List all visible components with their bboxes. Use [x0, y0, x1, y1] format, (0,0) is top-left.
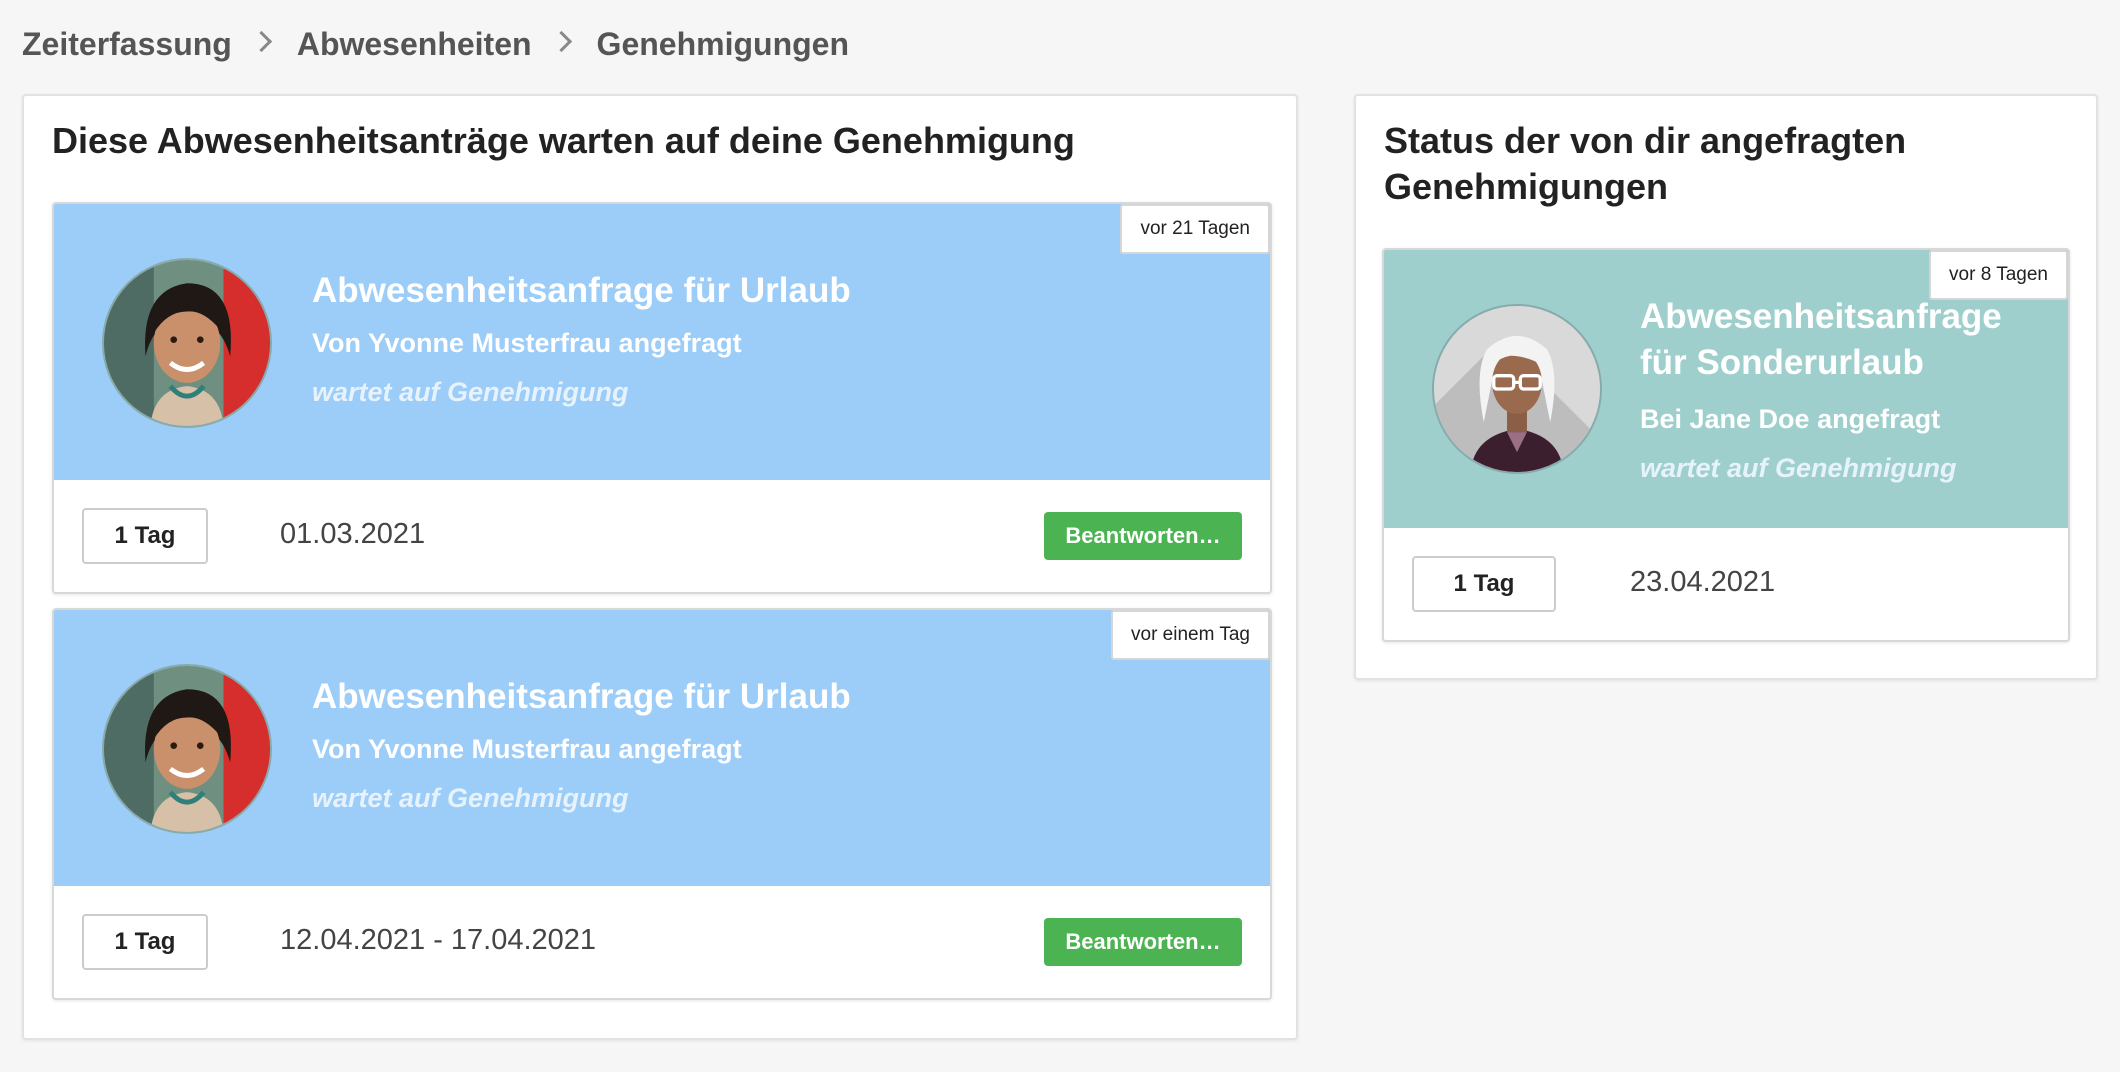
- pending-approvals-title: Diese Abwesenheitsanträge warten auf dei…: [52, 120, 1075, 161]
- status-text: wartet auf Genehmigung: [1640, 453, 1957, 483]
- date-range: 23.04.2021: [1630, 566, 1776, 598]
- breadcrumb-item-zeiterfassung[interactable]: Zeiterfassung: [22, 26, 232, 63]
- approver-text: Bei Jane Doe angefragt: [1640, 404, 1941, 434]
- avatar: [1432, 304, 1602, 474]
- requested-approvals-title: Status der von dir angefragten Genehmigu…: [1384, 120, 1907, 207]
- age-badge: vor 8 Tagen: [1929, 250, 2068, 300]
- avatar-photo: [104, 666, 270, 832]
- card-header: vor einem Tag Abwesenheitsanfrage für Ur…: [54, 610, 1270, 888]
- duration-badge: 1 Tag: [82, 508, 208, 564]
- approval-request-card[interactable]: vor 21 Tagen Abwesenheitsanfrage für Url…: [52, 202, 1272, 594]
- date-range: 12.04.2021 - 17.04.2021: [280, 924, 597, 956]
- avatar-illustration: [1434, 306, 1600, 472]
- duration-badge: 1 Tag: [1412, 556, 1556, 612]
- card-footer: 1 Tag 01.03.2021 Beantworten…: [54, 480, 1270, 592]
- card-text: Abwesenheitsanfrage für Urlaub Von Yvonn…: [312, 674, 851, 814]
- chevron-right-icon: [550, 30, 572, 52]
- age-badge: vor einem Tag: [1111, 610, 1270, 660]
- request-title: Abwesenheitsanfrage für Sonderurlaub: [1640, 297, 2002, 382]
- date-range: 01.03.2021: [280, 518, 426, 550]
- duration-badge: 1 Tag: [82, 914, 208, 970]
- request-title: Abwesenheitsanfrage für Urlaub: [312, 271, 851, 310]
- requested-approval-card[interactable]: vor 8 Tagen Abwesenheitsanfrage für Sond…: [1382, 248, 2070, 642]
- request-title: Abwesenheitsanfrage für Urlaub: [312, 677, 851, 716]
- pending-approvals-panel: Diese Abwesenheitsanträge warten auf dei…: [22, 94, 1298, 1040]
- requested-approvals-panel: Status der von dir angefragten Genehmigu…: [1354, 94, 2098, 680]
- card-text: Abwesenheitsanfrage für Sonderurlaub Bei…: [1640, 294, 2050, 484]
- card-header: vor 21 Tagen Abwesenheitsanfrage für Url…: [54, 204, 1270, 482]
- avatar: [102, 258, 272, 428]
- breadcrumb: Zeiterfassung Abwesenheiten Genehmigunge…: [22, 22, 849, 66]
- avatar-photo: [104, 260, 270, 426]
- approval-request-card[interactable]: vor einem Tag Abwesenheitsanfrage für Ur…: [52, 608, 1272, 1000]
- breadcrumb-item-abwesenheiten[interactable]: Abwesenheiten: [297, 26, 532, 63]
- breadcrumb-item-genehmigungen: Genehmigungen: [596, 25, 849, 62]
- status-text: wartet auf Genehmigung: [312, 783, 629, 813]
- status-text: wartet auf Genehmigung: [312, 377, 629, 407]
- requester-text: Von Yvonne Musterfrau angefragt: [312, 328, 742, 358]
- age-badge: vor 21 Tagen: [1120, 204, 1270, 254]
- card-footer: 1 Tag 23.04.2021: [1384, 528, 2068, 640]
- avatar: [102, 664, 272, 834]
- card-footer: 1 Tag 12.04.2021 - 17.04.2021 Beantworte…: [54, 886, 1270, 998]
- card-header: vor 8 Tagen Abwesenheitsanfrage für Sond…: [1384, 250, 2068, 530]
- chevron-right-icon: [250, 30, 272, 52]
- card-text: Abwesenheitsanfrage für Urlaub Von Yvonn…: [312, 268, 851, 408]
- requester-text: Von Yvonne Musterfrau angefragt: [312, 734, 742, 764]
- answer-button[interactable]: Beantworten…: [1044, 918, 1242, 966]
- answer-button[interactable]: Beantworten…: [1044, 512, 1242, 560]
